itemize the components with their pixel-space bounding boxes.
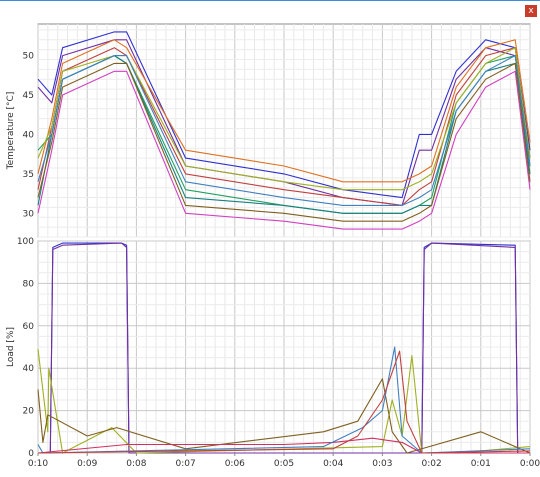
load-y-tick-label: 40: [23, 364, 35, 374]
load-y-tick-label: 60: [23, 322, 35, 332]
x-tick-label: 0:03: [372, 459, 392, 469]
load-y-tick-label: 20: [23, 407, 35, 417]
load-y-tick-label: 0: [28, 449, 34, 459]
x-tick-label: 0:08: [126, 459, 146, 469]
load-y-tick-label: 80: [23, 279, 35, 289]
temperature-y-axis-label: Temperature [°C]: [6, 92, 16, 171]
temperature-y-tick-label: 45: [23, 91, 34, 101]
x-tick-label: 0:10: [28, 459, 48, 469]
x-tick-label: 0:04: [323, 459, 343, 469]
x-tick-label: 0:02: [421, 459, 441, 469]
load-y-tick-label: 100: [17, 237, 34, 247]
charts-svg: 30 35 40 45 50 Temperature [°C] 0 20 40 60 80 100 L…: [6, 23, 540, 469]
x-tick-label: 0:05: [274, 459, 294, 469]
temperature-y-tick-label: 35: [23, 170, 34, 180]
x-tick-label: 0:00: [520, 459, 540, 469]
x-tick-label: 0:07: [175, 459, 195, 469]
temperature-chart: 30 35 40 45 50 Temperature [°C]: [6, 23, 531, 238]
x-tick-label: 0:09: [77, 459, 97, 469]
x-tick-label: 0:01: [471, 459, 491, 469]
temperature-y-tick-label: 30: [23, 209, 35, 219]
x-tick-label: 0:06: [225, 459, 245, 469]
temperature-y-tick-label: 50: [23, 52, 35, 62]
load-y-axis-label: Load [%]: [6, 327, 16, 367]
load-chart: 0 20 40 60 80 100 Load [%] 0:10 0:09 0:08 0:07 0:06…: [6, 237, 540, 469]
temperature-y-tick-label: 40: [23, 130, 35, 140]
